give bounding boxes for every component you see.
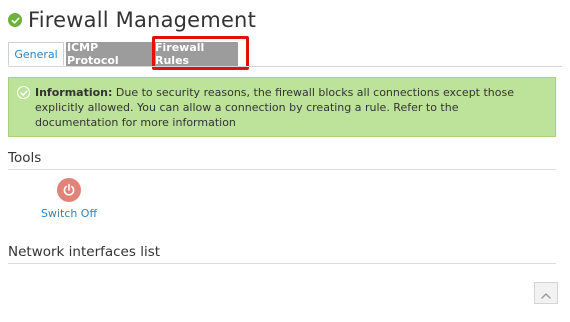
tools-heading: Tools bbox=[8, 150, 42, 166]
tab-firewall-rules[interactable]: Firewall Rules bbox=[154, 41, 238, 67]
power-icon bbox=[57, 178, 81, 202]
firewall-management-page: Firewall Management General ICMP Protoco… bbox=[0, 0, 570, 322]
check-circle-icon bbox=[17, 86, 30, 99]
info-label: Information: bbox=[35, 86, 113, 99]
info-message: Information: Due to security reasons, th… bbox=[35, 85, 545, 130]
network-interfaces-divider bbox=[8, 263, 556, 264]
tab-divider bbox=[8, 66, 562, 67]
switch-off-label: Switch Off bbox=[40, 207, 98, 220]
page-header: Firewall Management bbox=[8, 6, 256, 34]
tab-icmp-protocol[interactable]: ICMP Protocol bbox=[66, 41, 152, 67]
info-message-box: Information: Due to security reasons, th… bbox=[8, 77, 556, 137]
scroll-top-button[interactable] bbox=[534, 282, 558, 304]
tools-divider bbox=[8, 169, 556, 170]
tab-bar: General ICMP Protocol Firewall Rules bbox=[8, 41, 240, 67]
chevron-up-icon bbox=[541, 284, 551, 303]
switch-off-button[interactable]: Switch Off bbox=[38, 178, 100, 220]
check-circle-icon bbox=[8, 13, 22, 27]
tab-general[interactable]: General bbox=[8, 42, 64, 66]
page-title: Firewall Management bbox=[28, 8, 257, 32]
network-interfaces-heading: Network interfaces list bbox=[8, 244, 161, 260]
